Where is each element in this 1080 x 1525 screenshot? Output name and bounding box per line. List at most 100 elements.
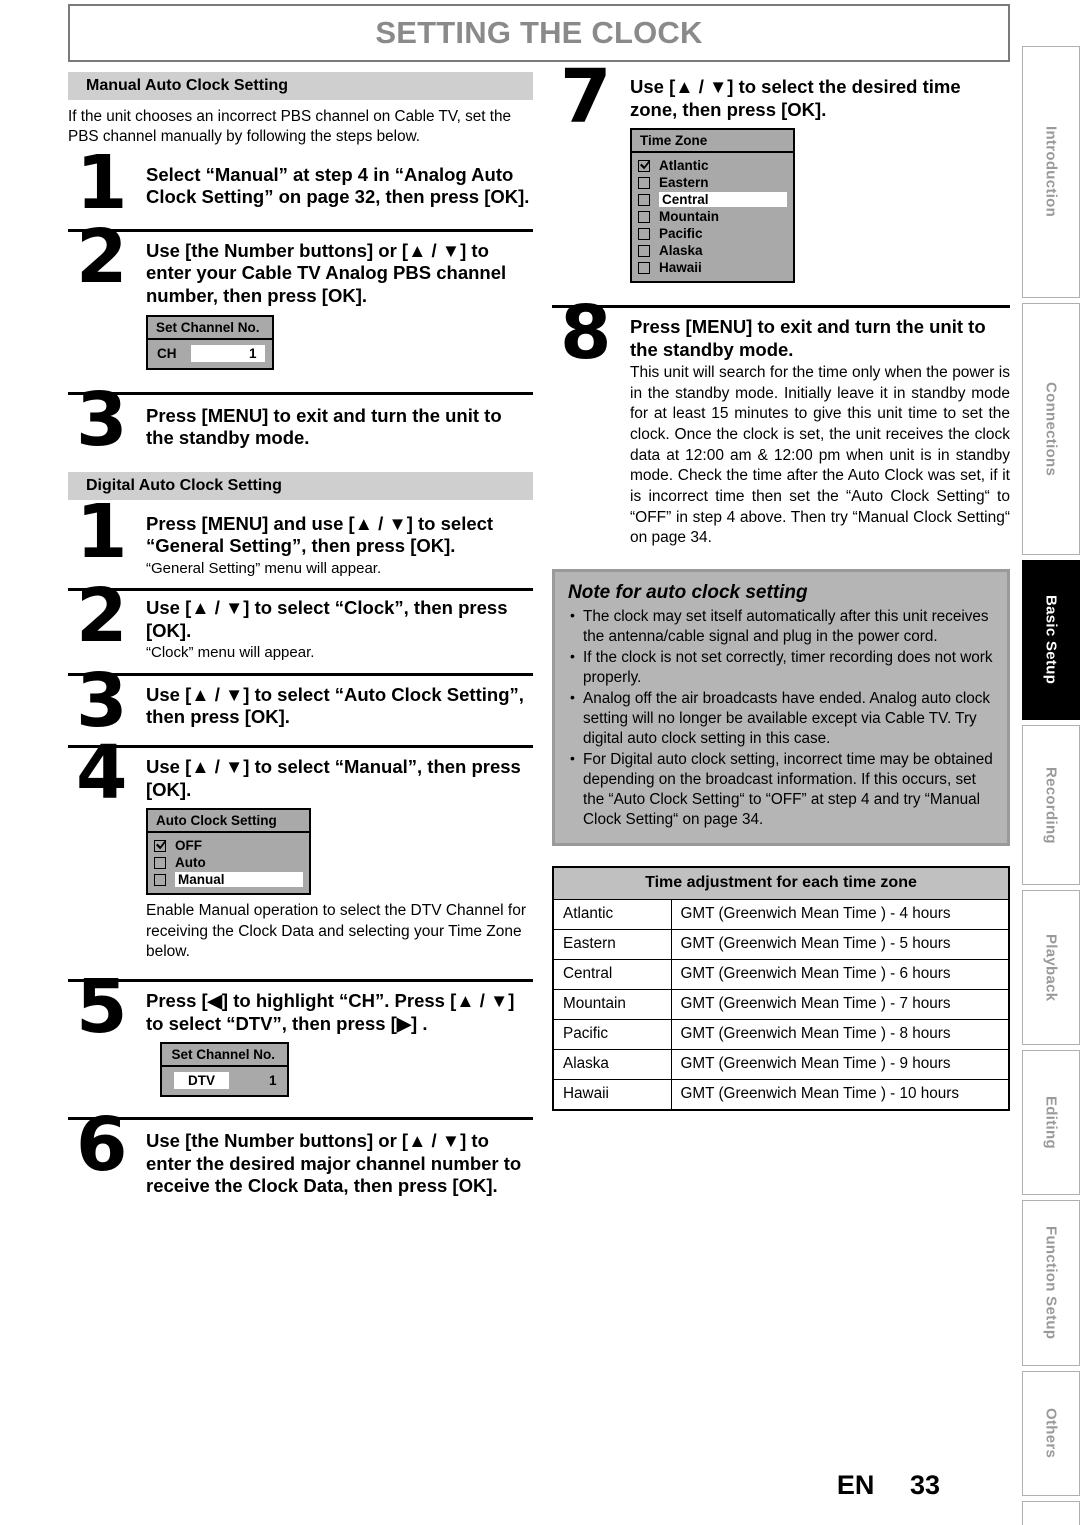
page-title: SETTING THE CLOCK xyxy=(375,15,703,50)
step-manual-2: 2 Use [the Number buttons] or [▲ / ▼] to… xyxy=(68,220,533,376)
osd-option-label: Central xyxy=(659,192,787,208)
osd-option-list: Atlantic Eastern Central Mountain Pacifi… xyxy=(632,153,793,281)
note-box-auto-clock: Note for auto clock setting The clock ma… xyxy=(552,568,1010,847)
osd-channel-value[interactable]: 1 xyxy=(190,344,265,362)
step-instruction: Press [MENU] to exit and turn the unit t… xyxy=(146,404,502,449)
step-number: 3 xyxy=(76,657,127,744)
step-instruction: Press [MENU] to exit and turn the unit t… xyxy=(630,316,986,360)
checkbox-empty-icon[interactable] xyxy=(638,244,650,257)
table-cell-offset: GMT (Greenwich Mean Time ) - 4 hours xyxy=(670,899,1010,931)
checkbox-checked-icon[interactable] xyxy=(638,159,650,172)
step-number: 1 xyxy=(76,488,127,575)
note-item: Analog off the air broadcasts have ended… xyxy=(568,688,994,749)
step-number: 2 xyxy=(76,213,127,300)
osd-option[interactable]: Mountain xyxy=(638,208,787,225)
sidebar-tab-recording[interactable]: Recording xyxy=(1022,725,1080,885)
footer-page-number: 33 xyxy=(909,1470,940,1500)
osd-title: Set Channel No. xyxy=(162,1044,287,1068)
checkbox-empty-icon[interactable] xyxy=(638,261,650,274)
table-row: Atlantic GMT (Greenwich Mean Time ) - 4 … xyxy=(552,899,1010,931)
osd-option[interactable]: Pacific xyxy=(638,225,787,242)
sidebar-tab-label: Introduction xyxy=(1042,126,1060,218)
checkbox-checked-icon[interactable] xyxy=(154,839,166,852)
sidebar-tab-label: Basic Setup xyxy=(1042,595,1060,685)
step-manual-3: 3 Press [MENU] to exit and turn the unit… xyxy=(68,383,533,464)
intro-paragraph: If the unit chooses an incorrect PBS cha… xyxy=(68,108,512,146)
table-row: Hawaii GMT (Greenwich Mean Time ) - 10 h… xyxy=(552,1079,1010,1111)
checkbox-empty-icon[interactable] xyxy=(638,193,650,206)
sidebar-tab-playback[interactable]: Playback xyxy=(1022,890,1080,1045)
sidebar-tab-connections[interactable]: Connections xyxy=(1022,303,1080,555)
osd-option-selected[interactable]: Manual xyxy=(154,871,303,888)
sidebar-tab-label: Playback xyxy=(1042,933,1060,1002)
table-cell-zone: Central xyxy=(552,959,672,991)
note-list: The clock may set itself automatically a… xyxy=(568,606,994,830)
step-number: 4 xyxy=(76,730,127,816)
step-number: 2 xyxy=(76,573,127,660)
step-digital-4: 4 Use [▲ / ▼] to select “Manual”, then p… xyxy=(68,736,533,969)
table-row: Mountain GMT (Greenwich Mean Time ) - 7 … xyxy=(552,989,1010,1021)
step-subnote: “Clock” menu will appear. xyxy=(146,644,315,662)
osd-channel-value[interactable]: 1 xyxy=(269,1073,277,1088)
osd-option[interactable]: Auto xyxy=(154,854,303,871)
sidebar-tab-others[interactable]: Others xyxy=(1022,1371,1080,1496)
table-cell-zone: Eastern xyxy=(552,929,672,961)
page-title-banner: SETTING THE CLOCK xyxy=(68,4,1010,62)
step-instruction: Use [the Number buttons] or [▲ / ▼] to e… xyxy=(146,239,507,306)
osd-option-label: Pacific xyxy=(659,226,703,242)
sidebar-tab-label: Others xyxy=(1042,1408,1060,1459)
sidebar-tab-label: Recording xyxy=(1042,766,1060,844)
step-after-note: Enable Manual operation to select the DT… xyxy=(146,902,526,961)
table-header-row: Time adjustment for each time zone xyxy=(552,866,1010,901)
osd-channel-row: CH 1 xyxy=(148,340,272,368)
step-digital-7: 7 Use [▲ / ▼] to select the desired time… xyxy=(552,60,1010,289)
osd-option[interactable]: Alaska xyxy=(638,242,787,259)
manual-page: SETTING THE CLOCK Manual Auto Clock Sett… xyxy=(0,0,1080,1525)
table-row: Pacific GMT (Greenwich Mean Time ) - 8 h… xyxy=(552,1019,1010,1051)
right-column: 7 Use [▲ / ▼] to select the desired time… xyxy=(552,60,1010,1112)
step-instruction: Use [▲ / ▼] to select the desired time z… xyxy=(630,76,961,120)
sidebar-tab-label: Editing xyxy=(1042,1096,1060,1149)
table-cell-zone: Hawaii xyxy=(552,1079,672,1111)
checkbox-empty-icon[interactable] xyxy=(638,210,650,223)
step-instruction: Select “Manual” at step 4 in “Analog Aut… xyxy=(146,163,530,208)
table-cell-offset: GMT (Greenwich Mean Time ) - 9 hours xyxy=(670,1049,1010,1081)
osd-channel-label[interactable]: DTV xyxy=(174,1072,229,1090)
sidebar-tab-basic-setup[interactable]: Basic Setup xyxy=(1022,560,1080,720)
table-cell-offset: GMT (Greenwich Mean Time ) - 7 hours xyxy=(670,989,1010,1021)
osd-option[interactable]: Hawaii xyxy=(638,259,787,276)
osd-title: Time Zone xyxy=(632,130,793,154)
table-header-cell: Time adjustment for each time zone xyxy=(552,866,1010,901)
osd-option-list: OFF Auto Manual xyxy=(148,833,309,893)
footer-language-code: EN xyxy=(836,1470,875,1500)
osd-channel-label: CH xyxy=(157,345,177,361)
osd-option-label: OFF xyxy=(175,838,202,854)
checkbox-empty-icon[interactable] xyxy=(154,856,166,869)
osd-title: Set Channel No. xyxy=(148,317,272,340)
step-body-text: This unit will search for the time only … xyxy=(630,364,1010,547)
step-digital-6: 6 Use [the Number buttons] or [▲ / ▼] to… xyxy=(68,1108,533,1204)
step-instruction: Use [▲ / ▼] to select “Auto Clock Settin… xyxy=(146,683,524,728)
table-cell-offset: GMT (Greenwich Mean Time ) - 6 hours xyxy=(670,959,1010,991)
table-row: Central GMT (Greenwich Mean Time ) - 6 h… xyxy=(552,959,1010,991)
osd-auto-clock-setting: Auto Clock Setting OFF Auto Manual xyxy=(146,808,311,896)
osd-title: Auto Clock Setting xyxy=(148,810,309,834)
checkbox-empty-icon[interactable] xyxy=(154,873,166,886)
step-manual-1: 1 Select “Manual” at step 4 in “Analog A… xyxy=(68,146,533,220)
osd-option[interactable]: Eastern xyxy=(638,174,787,191)
table-cell-zone: Atlantic xyxy=(552,899,672,931)
sidebar-tab-function-setup[interactable]: Function Setup xyxy=(1022,1200,1080,1366)
step-number: 3 xyxy=(76,376,127,463)
step-instruction: Use [▲ / ▼] to select “Manual”, then pre… xyxy=(146,756,521,800)
sidebar-tab-editing[interactable]: Editing xyxy=(1022,1050,1080,1195)
osd-option[interactable]: Atlantic xyxy=(638,157,787,174)
osd-option-selected[interactable]: Central xyxy=(638,191,787,208)
sidebar-tab-label: Connections xyxy=(1042,381,1060,477)
osd-time-zone: Time Zone Atlantic Eastern Central Mount… xyxy=(630,128,795,284)
osd-option[interactable]: OFF xyxy=(154,837,303,854)
checkbox-empty-icon[interactable] xyxy=(638,176,650,189)
sidebar-tab-espanol[interactable]: Español xyxy=(1022,1501,1080,1525)
sidebar-tab-introduction[interactable]: Introduction xyxy=(1022,46,1080,298)
checkbox-empty-icon[interactable] xyxy=(638,227,650,240)
step-instruction: Use [the Number buttons] or [▲ / ▼] to e… xyxy=(146,1130,522,1197)
